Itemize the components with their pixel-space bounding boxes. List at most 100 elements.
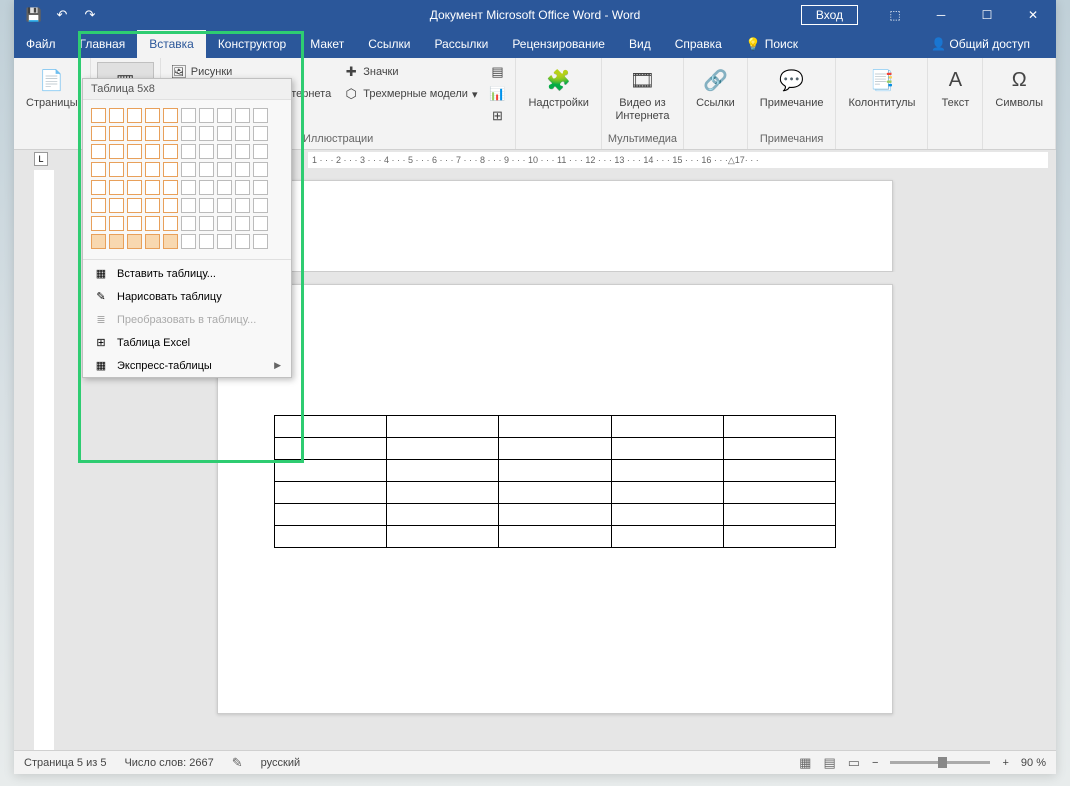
ribbon-display-icon[interactable]: ⬚ — [872, 0, 918, 30]
search-box[interactable]: 💡 Поиск — [734, 30, 810, 58]
grid-cell[interactable] — [145, 162, 160, 177]
zoom-slider[interactable] — [890, 761, 990, 764]
grid-cell[interactable] — [199, 216, 214, 231]
grid-cell[interactable] — [145, 144, 160, 159]
grid-cell[interactable] — [91, 108, 106, 123]
grid-cell[interactable] — [145, 234, 160, 249]
grid-cell[interactable] — [91, 162, 106, 177]
table-size-grid[interactable] — [83, 100, 291, 257]
grid-cell[interactable] — [91, 126, 106, 141]
grid-cell[interactable] — [217, 216, 232, 231]
grid-cell[interactable] — [109, 180, 124, 195]
links-button[interactable]: 🔗 Ссылки — [690, 62, 741, 114]
horizontal-ruler[interactable]: 1 · · · 2 · · · 3 · · · 4 · · · 5 · · · … — [308, 152, 1048, 168]
grid-cell[interactable] — [181, 144, 196, 159]
read-mode-icon[interactable]: ▦ — [799, 755, 811, 771]
grid-cell[interactable] — [109, 108, 124, 123]
redo-icon[interactable]: ↷ — [82, 7, 98, 23]
chart-button[interactable]: 📊 — [485, 84, 509, 104]
grid-cell[interactable] — [145, 198, 160, 213]
grid-cell[interactable] — [127, 216, 142, 231]
grid-cell[interactable] — [145, 108, 160, 123]
draw-table-menuitem[interactable]: ✎Нарисовать таблицу — [83, 285, 291, 308]
grid-cell[interactable] — [163, 198, 178, 213]
grid-cell[interactable] — [217, 162, 232, 177]
grid-cell[interactable] — [253, 144, 268, 159]
grid-cell[interactable] — [217, 198, 232, 213]
addins-button[interactable]: 🧩 Надстройки — [522, 62, 594, 114]
grid-cell[interactable] — [217, 144, 232, 159]
grid-cell[interactable] — [235, 234, 250, 249]
grid-cell[interactable] — [91, 180, 106, 195]
grid-cell[interactable] — [127, 108, 142, 123]
undo-icon[interactable]: ↶ — [54, 7, 70, 23]
inserted-table[interactable] — [274, 415, 836, 548]
web-layout-icon[interactable]: ▭ — [848, 755, 860, 771]
grid-cell[interactable] — [217, 126, 232, 141]
page-current[interactable] — [217, 284, 893, 714]
comment-button[interactable]: 💬 Примечание — [754, 62, 830, 114]
grid-cell[interactable] — [199, 144, 214, 159]
grid-cell[interactable] — [235, 180, 250, 195]
zoom-in-icon[interactable]: + — [1002, 757, 1008, 769]
grid-cell[interactable] — [181, 180, 196, 195]
zoom-out-icon[interactable]: − — [872, 757, 878, 769]
icons-button[interactable]: ✚Значки — [339, 62, 481, 82]
vertical-ruler[interactable] — [34, 170, 54, 750]
grid-cell[interactable] — [253, 216, 268, 231]
grid-cell[interactable] — [145, 126, 160, 141]
text-button[interactable]: A Текст — [934, 62, 976, 114]
tab-references[interactable]: Ссылки — [356, 30, 422, 58]
grid-cell[interactable] — [109, 162, 124, 177]
ruler-corner[interactable]: L — [34, 152, 48, 166]
grid-cell[interactable] — [217, 108, 232, 123]
status-word-count[interactable]: Число слов: 2667 — [124, 757, 213, 769]
grid-cell[interactable] — [163, 180, 178, 195]
3d-models-button[interactable]: ⬡Трехмерные модели ▾ — [339, 84, 481, 104]
grid-cell[interactable] — [145, 216, 160, 231]
status-page[interactable]: Страница 5 из 5 — [24, 757, 106, 769]
tab-review[interactable]: Рецензирование — [500, 30, 617, 58]
tab-design[interactable]: Конструктор — [206, 30, 298, 58]
grid-cell[interactable] — [199, 108, 214, 123]
grid-cell[interactable] — [235, 108, 250, 123]
insert-table-menuitem[interactable]: ▦Вставить таблицу... — [83, 262, 291, 285]
grid-cell[interactable] — [127, 162, 142, 177]
tab-file[interactable]: Файл — [14, 30, 68, 58]
grid-cell[interactable] — [199, 126, 214, 141]
share-button[interactable]: 👤 Общий доступ — [919, 37, 1042, 51]
screenshot-button[interactable]: ⊞ — [485, 106, 509, 126]
grid-cell[interactable] — [199, 198, 214, 213]
grid-cell[interactable] — [163, 234, 178, 249]
grid-cell[interactable] — [127, 144, 142, 159]
grid-cell[interactable] — [181, 216, 196, 231]
grid-cell[interactable] — [181, 198, 196, 213]
grid-cell[interactable] — [163, 144, 178, 159]
grid-cell[interactable] — [109, 198, 124, 213]
grid-cell[interactable] — [199, 180, 214, 195]
grid-cell[interactable] — [127, 198, 142, 213]
grid-cell[interactable] — [235, 216, 250, 231]
grid-cell[interactable] — [235, 162, 250, 177]
grid-cell[interactable] — [253, 108, 268, 123]
tab-insert[interactable]: Вставка — [137, 30, 206, 58]
grid-cell[interactable] — [91, 234, 106, 249]
grid-cell[interactable] — [91, 198, 106, 213]
grid-cell[interactable] — [163, 126, 178, 141]
grid-cell[interactable] — [217, 180, 232, 195]
grid-cell[interactable] — [253, 234, 268, 249]
grid-cell[interactable] — [253, 180, 268, 195]
grid-cell[interactable] — [235, 144, 250, 159]
zoom-level[interactable]: 90 % — [1021, 757, 1046, 769]
save-icon[interactable]: 💾 — [26, 7, 42, 23]
grid-cell[interactable] — [109, 144, 124, 159]
grid-cell[interactable] — [253, 162, 268, 177]
grid-cell[interactable] — [253, 126, 268, 141]
grid-cell[interactable] — [199, 234, 214, 249]
grid-cell[interactable] — [163, 108, 178, 123]
grid-cell[interactable] — [181, 234, 196, 249]
grid-cell[interactable] — [253, 198, 268, 213]
grid-cell[interactable] — [163, 216, 178, 231]
grid-cell[interactable] — [109, 234, 124, 249]
tab-layout[interactable]: Макет — [298, 30, 356, 58]
